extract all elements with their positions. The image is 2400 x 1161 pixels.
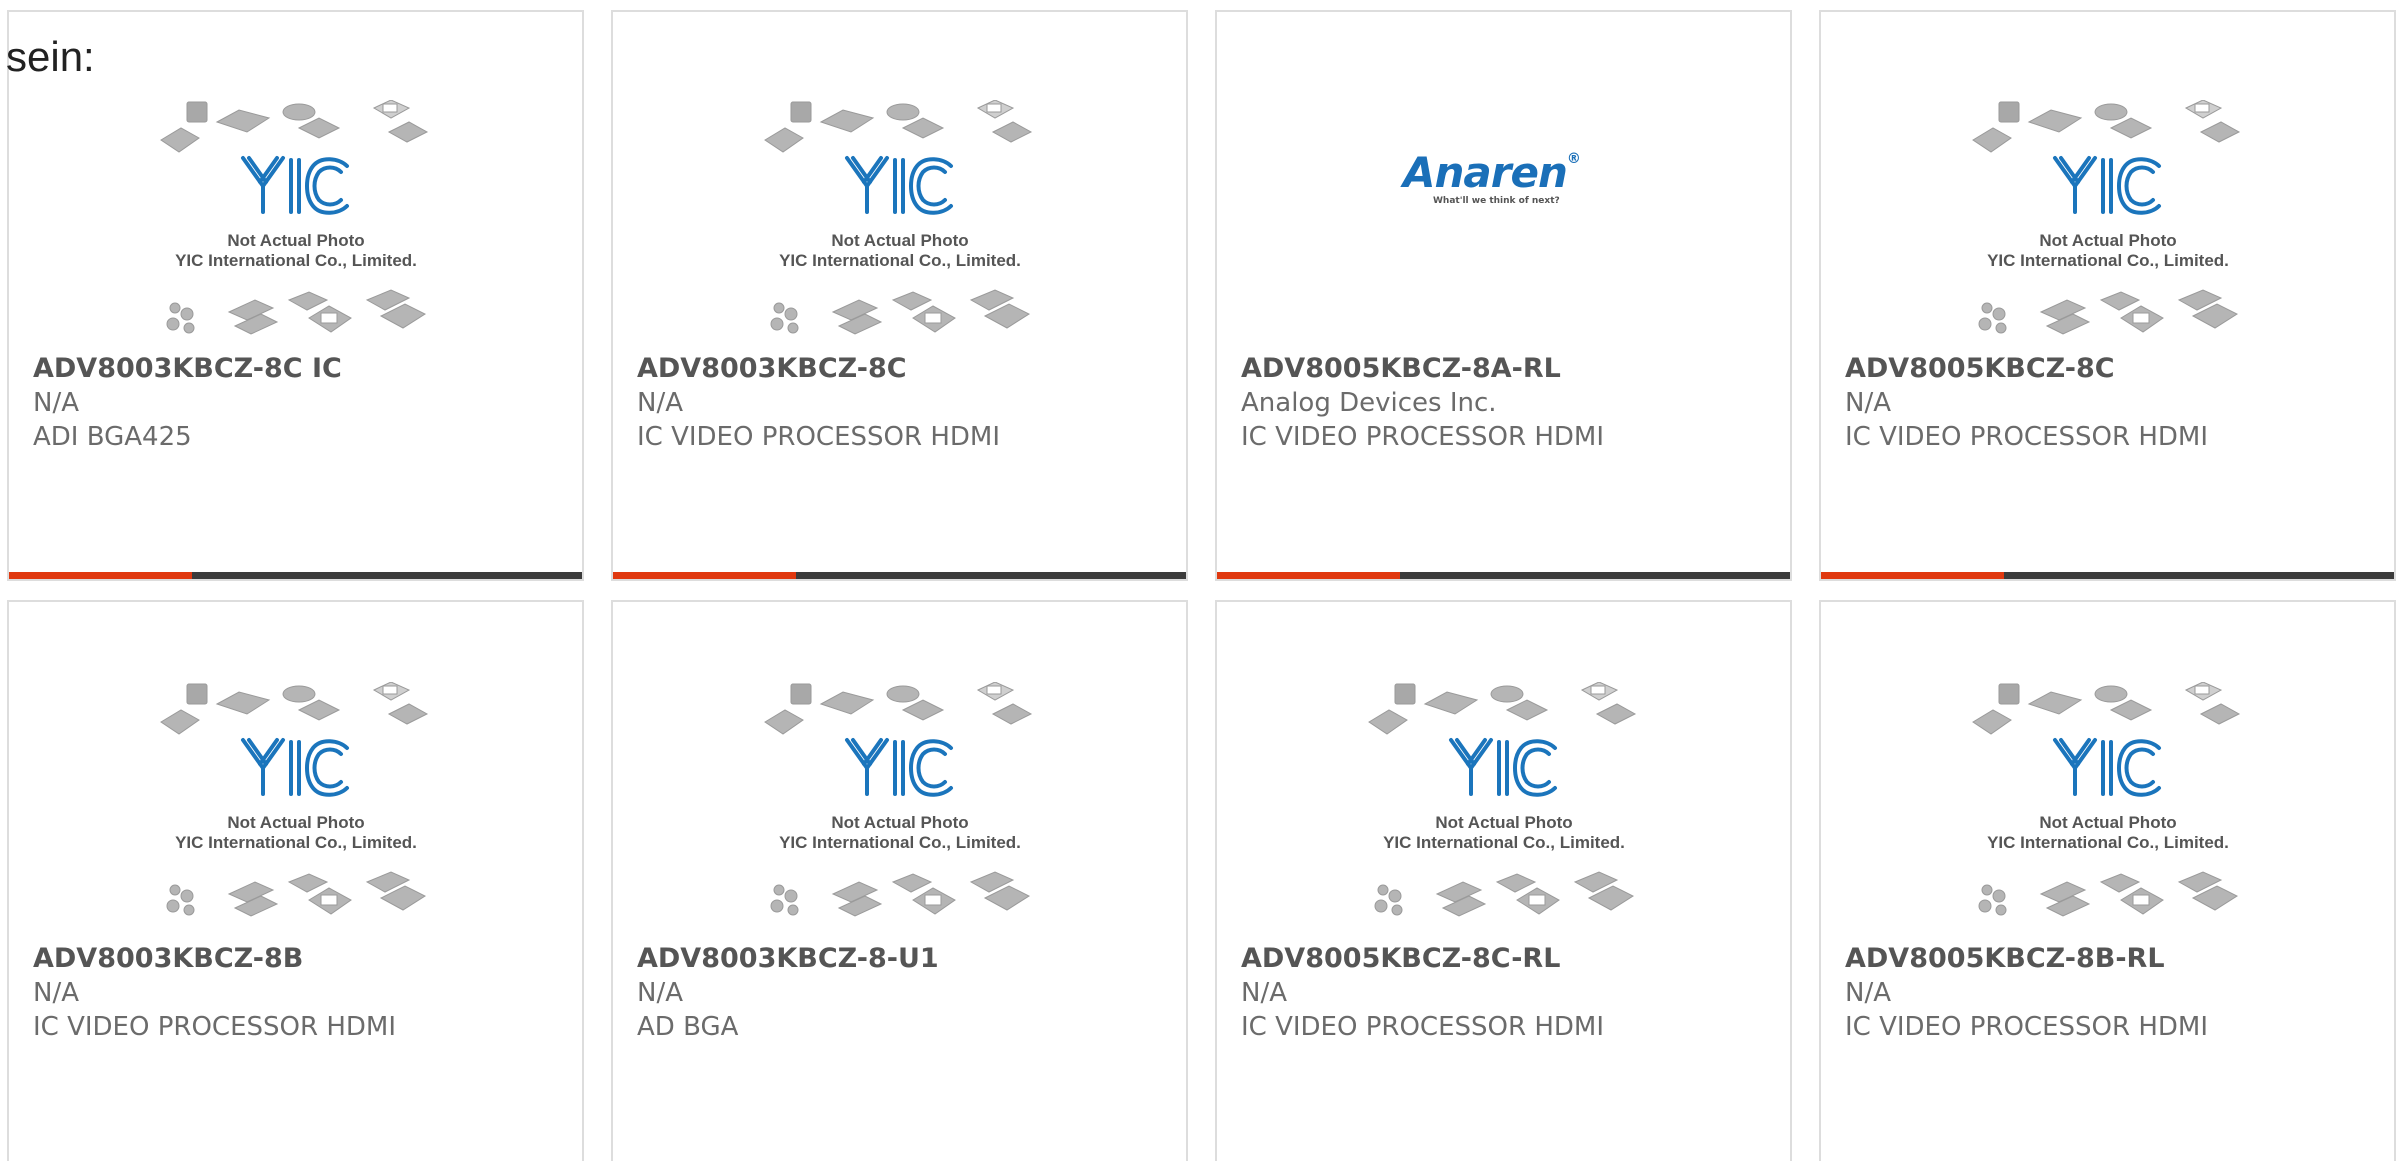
product-card[interactable]: Anaren® What'll we think of next? ADV800… <box>1215 10 1792 581</box>
placeholder-caption-2: YIC International Co., Limited. <box>1987 833 2229 852</box>
product-card[interactable]: Not Actual Photo YIC International Co., … <box>611 600 1188 1161</box>
part-number[interactable]: ADV8005KBCZ-8C-RL <box>1241 942 1780 976</box>
card-bottom-bar <box>1217 572 1790 579</box>
part-number[interactable]: ADV8003KBCZ-8-U1 <box>637 942 1176 976</box>
part-number[interactable]: ADV8003KBCZ-8C IC <box>33 352 572 386</box>
product-image-placeholder: Not Actual Photo YIC International Co., … <box>1971 100 2246 350</box>
anaren-logo-tagline: What'll we think of next? <box>1433 196 1560 206</box>
card-accent-bar <box>1821 572 2004 579</box>
product-image-placeholder: Not Actual Photo YIC International Co., … <box>1367 682 1642 932</box>
placeholder-caption-1: Not Actual Photo <box>831 813 968 832</box>
placeholder-caption-1: Not Actual Photo <box>831 231 968 250</box>
part-number[interactable]: ADV8005KBCZ-8A-RL <box>1241 352 1780 386</box>
card-accent-bar <box>9 572 192 579</box>
description: IC VIDEO PROCESSOR HDMI <box>1241 1012 1604 1042</box>
card-bottom-bar <box>1821 572 2394 579</box>
yic-placeholder-icon: Not Actual Photo YIC International Co., … <box>159 682 429 918</box>
yic-placeholder-icon: Not Actual Photo YIC International Co., … <box>763 682 1033 918</box>
yic-placeholder-icon: Not Actual Photo YIC International Co., … <box>159 100 429 336</box>
product-grid-page: sein: Not Actual Photo YIC International… <box>0 0 2400 1161</box>
part-number[interactable]: ADV8003KBCZ-8C <box>637 352 1176 386</box>
placeholder-caption-1: Not Actual Photo <box>227 231 364 250</box>
product-image-placeholder: Not Actual Photo YIC International Co., … <box>763 682 1038 932</box>
card-accent-bar <box>1217 572 1400 579</box>
manufacturer: N/A <box>33 978 79 1008</box>
product-card[interactable]: Not Actual Photo YIC International Co., … <box>1215 600 1792 1161</box>
manufacturer: N/A <box>1845 978 1891 1008</box>
card-bottom-bar <box>9 572 582 579</box>
description: IC VIDEO PROCESSOR HDMI <box>637 422 1000 452</box>
description: IC VIDEO PROCESSOR HDMI <box>1845 422 2208 452</box>
manufacturer: N/A <box>637 978 683 1008</box>
placeholder-caption-2: YIC International Co., Limited. <box>1987 251 2229 270</box>
placeholder-caption-1: Not Actual Photo <box>2039 813 2176 832</box>
section-heading: sein: <box>6 33 95 80</box>
placeholder-caption-2: YIC International Co., Limited. <box>175 251 417 270</box>
manufacturer: N/A <box>33 388 79 418</box>
manufacturer: Analog Devices Inc. <box>1241 388 1497 418</box>
product-card[interactable]: Not Actual Photo YIC International Co., … <box>1819 10 2396 581</box>
yic-placeholder-icon: Not Actual Photo YIC International Co., … <box>1971 100 2241 336</box>
description: IC VIDEO PROCESSOR HDMI <box>33 1012 396 1042</box>
product-card[interactable]: Not Actual Photo YIC International Co., … <box>611 10 1188 581</box>
manufacturer: N/A <box>1845 388 1891 418</box>
yic-placeholder-icon: Not Actual Photo YIC International Co., … <box>1367 682 1637 918</box>
description: ADI BGA425 <box>33 422 192 452</box>
product-card[interactable]: Not Actual Photo YIC International Co., … <box>7 600 584 1161</box>
placeholder-caption-1: Not Actual Photo <box>1435 813 1572 832</box>
placeholder-caption-2: YIC International Co., Limited. <box>779 251 1021 270</box>
card-bottom-bar <box>613 572 1186 579</box>
description: AD BGA <box>637 1012 739 1042</box>
product-card[interactable]: Not Actual Photo YIC International Co., … <box>1819 600 2396 1161</box>
manufacturer: N/A <box>637 388 683 418</box>
anaren-logo-name: Anaren <box>1403 148 1568 197</box>
product-image-placeholder: Not Actual Photo YIC International Co., … <box>1971 682 2246 932</box>
description: IC VIDEO PROCESSOR HDMI <box>1845 1012 2208 1042</box>
placeholder-caption-1: Not Actual Photo <box>2039 231 2176 250</box>
manufacturer: N/A <box>1241 978 1287 1008</box>
yic-placeholder-icon: Not Actual Photo YIC International Co., … <box>1971 682 2241 918</box>
placeholder-caption-2: YIC International Co., Limited. <box>175 833 417 852</box>
product-card[interactable]: Not Actual Photo YIC International Co., … <box>7 10 584 581</box>
card-accent-bar <box>613 572 796 579</box>
anaren-logo-suffix: ® <box>1566 151 1581 167</box>
placeholder-caption-1: Not Actual Photo <box>227 813 364 832</box>
placeholder-caption-2: YIC International Co., Limited. <box>1383 833 1625 852</box>
part-number[interactable]: ADV8003KBCZ-8B <box>33 942 572 976</box>
description: IC VIDEO PROCESSOR HDMI <box>1241 422 1604 452</box>
part-number[interactable]: ADV8005KBCZ-8C <box>1845 352 2384 386</box>
part-number[interactable]: ADV8005KBCZ-8B-RL <box>1845 942 2384 976</box>
product-image-placeholder: Not Actual Photo YIC International Co., … <box>159 100 434 350</box>
product-image-placeholder: Not Actual Photo YIC International Co., … <box>159 682 434 932</box>
placeholder-caption-2: YIC International Co., Limited. <box>779 833 1021 852</box>
anaren-logo: Anaren® What'll we think of next? <box>1403 152 1603 212</box>
product-image-placeholder: Not Actual Photo YIC International Co., … <box>763 100 1038 350</box>
yic-placeholder-icon: Not Actual Photo YIC International Co., … <box>763 100 1033 336</box>
